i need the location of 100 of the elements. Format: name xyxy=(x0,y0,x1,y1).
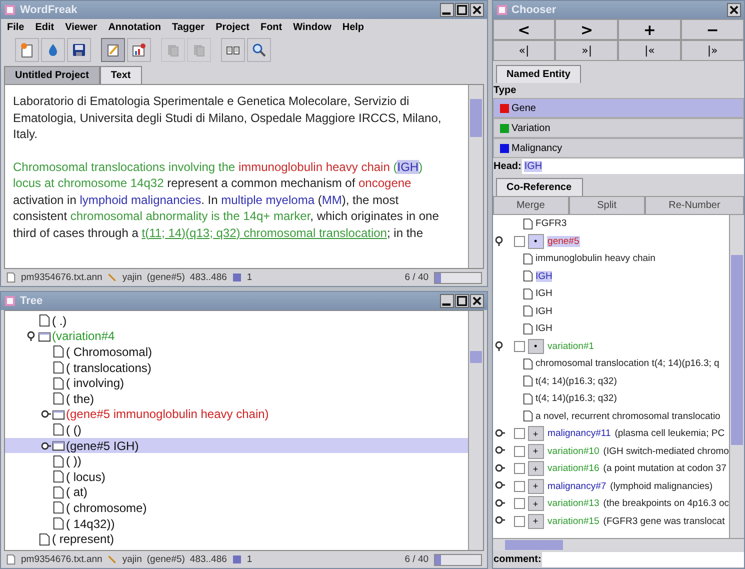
tree-view[interactable]: ( .) (variation#4 ( Chromosomal) ( translocations) ( involving) ( the) (gene#5 immunoglobulin heavy chain) ( () (gene#5 IGH) ( )) ( locus) ( at) ( chromosome) ( 14q32)) ( represent) xyxy=(4,310,484,551)
tree-node[interactable]: ( () xyxy=(66,422,82,437)
minimize-icon[interactable] xyxy=(440,3,454,17)
menu-item[interactable]: Font xyxy=(260,22,282,33)
close-icon[interactable] xyxy=(470,294,484,308)
tree-node[interactable]: ( locus) xyxy=(66,470,106,484)
mention-item[interactable]: IGH xyxy=(536,270,552,282)
maximize-icon[interactable] xyxy=(454,3,469,17)
menu-item[interactable]: Viewer xyxy=(65,22,98,33)
nav-button[interactable]: − xyxy=(681,19,744,40)
menu-item[interactable]: Window xyxy=(293,22,332,33)
entity-button[interactable]: + xyxy=(528,444,544,459)
toolbar-button[interactable] xyxy=(41,38,65,62)
tree-node[interactable]: (variation#4 xyxy=(52,329,115,344)
mention-item[interactable]: t(4; 14)(p16.3; q32) xyxy=(536,393,617,404)
checkbox[interactable] xyxy=(514,480,525,492)
toolbar-button[interactable] xyxy=(127,38,151,62)
tree-node[interactable]: ( involving) xyxy=(66,376,124,390)
mention-item[interactable]: immunoglobulin heavy chain xyxy=(536,253,656,264)
toolbar-button[interactable] xyxy=(221,38,245,62)
toolbar-button[interactable] xyxy=(67,38,91,62)
expanded-toggle-icon[interactable] xyxy=(494,236,505,246)
entity-button[interactable]: + xyxy=(528,478,544,494)
toolbar-button[interactable] xyxy=(247,38,271,62)
nav-button[interactable]: «| xyxy=(492,40,556,61)
checkbox[interactable] xyxy=(514,236,525,247)
nav-button[interactable]: »| xyxy=(555,40,618,61)
menu-item[interactable]: File xyxy=(7,22,24,33)
entity-button[interactable]: + xyxy=(528,461,544,476)
mention-item[interactable]: chromosomal translocation t(4; 14)(p16.3; q xyxy=(536,358,720,370)
tree-node[interactable]: (gene#5 immunoglobulin heavy chain) xyxy=(66,407,269,422)
coref-button[interactable]: Split xyxy=(568,196,645,215)
scrollbar[interactable] xyxy=(729,215,744,538)
menu-item[interactable]: Edit xyxy=(35,22,54,33)
nav-button[interactable]: + xyxy=(618,19,682,40)
entity-button[interactable]: + xyxy=(528,514,544,529)
collapsed-toggle-icon[interactable] xyxy=(41,409,51,420)
collapsed-toggle-icon[interactable] xyxy=(494,481,505,492)
tree-node[interactable]: ( at) xyxy=(66,485,88,500)
head-field[interactable]: IGH xyxy=(522,158,744,174)
scrollbar[interactable] xyxy=(468,311,483,550)
menu-item[interactable]: Project xyxy=(216,22,250,33)
tree-node[interactable]: (gene#5 IGH) xyxy=(66,438,139,453)
menu-item[interactable]: Tagger xyxy=(172,22,205,33)
expanded-toggle-icon[interactable] xyxy=(27,331,37,342)
tree-node[interactable]: ( the) xyxy=(66,392,94,406)
toolbar-button[interactable] xyxy=(15,38,39,62)
toolbar-button[interactable] xyxy=(101,38,125,62)
checkbox[interactable] xyxy=(514,428,525,440)
tree-node[interactable]: ( chromosome) xyxy=(66,500,147,515)
text-area[interactable] xyxy=(4,84,484,269)
nav-button[interactable]: < xyxy=(492,19,556,40)
expanded-toggle-icon[interactable] xyxy=(494,341,505,352)
tab[interactable]: Named Entity xyxy=(496,65,582,83)
tab[interactable]: Text xyxy=(100,66,142,84)
entity-button[interactable]: • xyxy=(528,234,544,249)
collapsed-toggle-icon[interactable] xyxy=(41,440,51,451)
close-icon[interactable] xyxy=(470,3,484,17)
nav-button[interactable]: |« xyxy=(618,40,682,61)
tab[interactable]: Co-Reference xyxy=(496,178,583,196)
tree-node[interactable]: ( 14q32)) xyxy=(66,516,115,531)
coref-button[interactable]: Merge xyxy=(492,196,569,215)
mention-item[interactable]: a novel, recurrent chromosomal translocatio xyxy=(536,410,720,422)
tree-node[interactable]: ( Chromosomal) xyxy=(66,344,152,359)
entity-button[interactable]: + xyxy=(528,426,544,442)
mention-item[interactable]: IGH xyxy=(536,288,552,300)
minimize-icon[interactable] xyxy=(440,294,454,308)
checkbox[interactable] xyxy=(514,498,525,510)
coref-button[interactable]: Re-Number xyxy=(644,196,744,215)
mention-item[interactable]: FGFR3 xyxy=(536,218,567,230)
mention-item[interactable]: IGH xyxy=(536,323,552,334)
nav-button[interactable]: > xyxy=(555,19,618,40)
nav-button[interactable]: |» xyxy=(681,40,744,61)
close-icon[interactable] xyxy=(727,3,741,17)
maximize-icon[interactable] xyxy=(454,294,469,308)
entity-button[interactable]: • xyxy=(528,338,544,354)
checkbox[interactable] xyxy=(514,463,525,474)
checkbox[interactable] xyxy=(514,446,525,457)
collapsed-toggle-icon[interactable] xyxy=(494,498,505,509)
tree-node[interactable]: ( translocations) xyxy=(66,360,152,375)
checkbox[interactable] xyxy=(514,340,525,352)
type-button[interactable]: Variation xyxy=(492,118,744,138)
checkbox[interactable] xyxy=(514,516,525,527)
collapsed-toggle-icon[interactable] xyxy=(494,446,505,456)
horizontal-scrollbar[interactable] xyxy=(492,538,744,551)
tab[interactable]: Untitled Project xyxy=(4,66,100,84)
menu-item[interactable]: Annotation xyxy=(108,22,161,33)
tree-node[interactable]: ( represent) xyxy=(52,532,114,546)
tree-node[interactable]: ( )) xyxy=(66,454,82,468)
collapsed-toggle-icon[interactable] xyxy=(494,428,505,439)
type-button[interactable]: Gene xyxy=(492,98,744,118)
collapsed-toggle-icon[interactable] xyxy=(494,516,505,526)
type-button[interactable]: Malignancy xyxy=(492,138,744,158)
scrollbar[interactable] xyxy=(468,85,483,268)
comment-field[interactable] xyxy=(542,552,744,567)
mention-item[interactable]: IGH xyxy=(536,306,552,317)
menu-item[interactable]: Help xyxy=(342,22,364,33)
entity-button[interactable]: + xyxy=(528,496,544,512)
tree-node[interactable]: ( .) xyxy=(52,314,67,328)
mention-item[interactable]: t(4; 14)(p16.3; q32) xyxy=(536,376,617,387)
